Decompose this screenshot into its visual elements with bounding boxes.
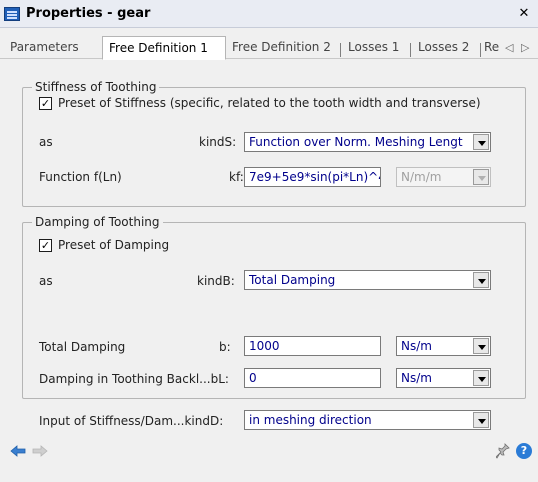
damping-group-legend: Damping of Toothing [32,215,163,229]
tab-losses-1[interactable]: Losses 1 [342,38,408,59]
kindd-value: in meshing direction [249,413,372,427]
kinds-select[interactable]: Function over Norm. Meshing Lengt [244,132,491,152]
tab-free-definition-1[interactable]: Free Definition 1 [102,36,226,60]
chevron-down-icon[interactable] [473,134,489,150]
preset-stiffness-label: Preset of Stiffness (specific, related t… [58,96,481,110]
bl-unit-value: Ns/m [401,371,432,385]
total-damping-label: Total Damping [39,340,126,354]
tab-parameters[interactable]: Parameters [4,38,96,59]
tab-separator [410,43,411,57]
damping-as-label: as [39,274,53,288]
chevron-down-icon[interactable] [473,412,489,428]
chevron-down-icon[interactable] [473,169,489,185]
tab-separator [480,43,481,57]
tab-scroll-arrows-icon[interactable]: ◁ ▷ [505,41,531,54]
function-fln-label: Function f(Ln) [39,170,122,184]
b-unit-value: Ns/m [401,339,432,353]
stiffness-group-legend: Stiffness of Toothing [32,80,160,94]
b-label: b: [219,340,231,354]
tab-separator [340,43,341,57]
damping-backlash-label: Damping in Toothing Backl...bL: [39,372,229,386]
kindb-label: kindB: [197,274,235,288]
kf-unit-value: N/m/m [401,170,442,184]
chevron-down-icon[interactable] [473,272,489,288]
tab-bar: Parameters Free Definition 1 Free Defini… [0,35,538,60]
stiffness-as-label: as [39,135,53,149]
preset-stiffness-checkbox[interactable]: ✓ [39,97,52,110]
close-button[interactable]: ✕ [515,6,533,22]
b-input[interactable]: 1000 [244,336,381,356]
kf-input[interactable]: 7e9+5e9*sin(pi*Ln)^4 [244,167,381,187]
forward-arrow-icon[interactable] [32,444,48,458]
preset-damping-checkbox[interactable]: ✓ [39,239,52,252]
preset-damping-label: Preset of Damping [58,238,170,252]
kinds-value: Function over Norm. Meshing Lengt [249,135,463,149]
kindd-select[interactable]: in meshing direction [244,410,491,430]
input-kindd-label: Input of Stiffness/Dam...kindD: [39,414,224,428]
help-icon[interactable]: ? [516,443,532,459]
kindb-select[interactable]: Total Damping [244,270,491,290]
properties-window: Properties - gear ✕ Parameters Free Defi… [0,0,538,482]
pin-icon[interactable] [496,443,510,459]
window-title: Properties - gear [26,6,151,21]
back-arrow-icon[interactable] [10,444,26,458]
tab-free-definition-2[interactable]: Free Definition 2 [226,38,342,59]
kf-label: kf: [229,170,244,184]
kf-unit-select[interactable]: N/m/m [396,167,491,187]
title-bar: Properties - gear ✕ [0,0,538,28]
bl-input[interactable]: 0 [244,368,381,388]
tab-losses-2[interactable]: Losses 2 [412,38,478,59]
b-unit-select[interactable]: Ns/m [396,336,491,356]
chevron-down-icon[interactable] [473,338,489,354]
kindb-value: Total Damping [249,273,336,287]
tab-re[interactable]: Re [482,38,504,59]
bl-unit-select[interactable]: Ns/m [396,368,491,388]
kinds-label: kindS: [199,135,237,149]
properties-window-icon [4,7,20,21]
chevron-down-icon[interactable] [473,370,489,386]
